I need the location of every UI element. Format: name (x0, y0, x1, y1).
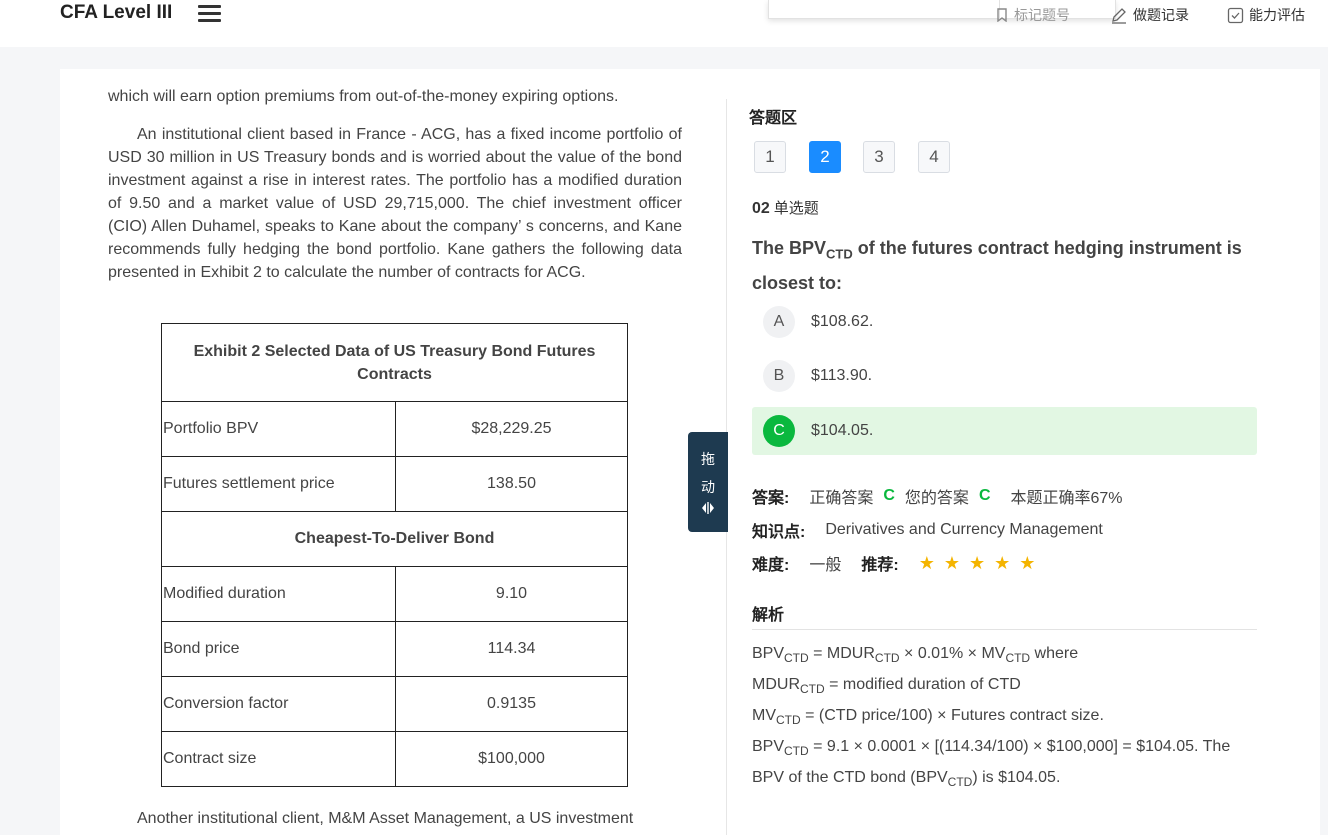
row-label: Portfolio BPV (161, 401, 396, 457)
passage-cut-line: which will earn option premiums from out… (108, 88, 619, 105)
row-value: $100,000 (395, 731, 628, 787)
difficulty-label: 难度: (752, 557, 790, 574)
knowledge-row: 知识点: Derivatives and Currency Management (752, 518, 1103, 542)
table-row: Futures settlement price 138.50 (161, 456, 628, 512)
your-answer-label: 您的答案 (904, 490, 969, 507)
option-b[interactable]: B $113.90. (752, 352, 1257, 400)
drag-label-2: 动 (701, 479, 715, 495)
table-row: Conversion factor 0.9135 (161, 676, 628, 732)
row-label: Contract size (161, 731, 396, 787)
table-row: Bond price 114.34 (161, 621, 628, 677)
recommend-label: 推荐: (861, 557, 899, 574)
drag-handle[interactable]: 拖 动 (688, 432, 728, 532)
row-value: 138.50 (395, 456, 628, 512)
exhibit-title: Exhibit 2 Selected Data of US Treasury B… (161, 323, 628, 402)
star-icon: ★ (994, 552, 1011, 573)
star-icon: ★ (943, 552, 960, 573)
correct-answer-label: 正确答案 (809, 490, 874, 507)
row-label: Futures settlement price (161, 456, 396, 512)
row-label: Modified duration (161, 566, 396, 622)
analysis-text: BPVCTD = MDURCTD × 0.01% × MVCTD where MD… (752, 645, 1231, 789)
nav-mark-question[interactable]: 标记题号 (995, 5, 1070, 25)
nav-ability-assessment[interactable]: 能力评估 (1227, 5, 1305, 25)
exhibit-subheader: Cheapest-To-Deliver Bond (161, 511, 628, 567)
option-text: $108.62. (811, 313, 874, 330)
option-letter: B (763, 360, 795, 392)
recommend-stars: ★ ★ ★ ★ ★ (919, 553, 1045, 574)
answer-panel: 答题区 1 2 3 4 02 单选题 The BPVCTD of the futu… (749, 69, 1270, 835)
table-row: Modified duration 9.10 (161, 566, 628, 622)
nav-ability-assessment-label: 能力评估 (1249, 7, 1305, 23)
table-row: Contract size $100,000 (161, 731, 628, 787)
nav-mark-question-label: 标记题号 (1014, 7, 1070, 23)
question-number-button[interactable]: 4 (918, 141, 950, 173)
option-text: $104.05. (811, 422, 874, 439)
row-label: Bond price (161, 621, 396, 677)
hamburger-menu-icon[interactable] (198, 5, 221, 23)
table-row: Portfolio BPV $28,229.25 (161, 401, 628, 457)
question-text: The BPVCTD of the futures contract hedgi… (752, 238, 1242, 293)
star-icon: ★ (918, 552, 935, 573)
option-letter: A (763, 306, 795, 338)
difficulty-row: 难度: 一般 推荐: ★ ★ ★ ★ ★ (752, 551, 1044, 575)
edit-icon (1112, 8, 1126, 24)
option-a[interactable]: A $108.62. (752, 298, 1257, 346)
passage-paragraph-next: Another institutional client, M&M Asset … (137, 810, 634, 827)
knowledge-label: 知识点: (752, 524, 806, 541)
question-type: 02 单选题 (752, 197, 819, 218)
check-square-icon (1227, 7, 1244, 23)
row-label: Conversion factor (161, 676, 396, 732)
analysis-title: 解析 (752, 607, 785, 624)
question-number-button[interactable]: 3 (863, 141, 895, 173)
answer-label: 答案: (752, 490, 790, 507)
answer-row: 答案: 正确答案 C 您的答案 C 本题正确率67% (752, 484, 1123, 508)
knowledge-value: Derivatives and Currency Management (825, 521, 1103, 538)
row-value: 9.10 (395, 566, 628, 622)
question-number: 02 (752, 200, 770, 217)
nav-practice-record[interactable]: 做题记录 (1110, 5, 1189, 25)
drag-arrows-icon (702, 502, 714, 514)
nav-practice-record-label: 做题记录 (1133, 7, 1189, 23)
bookmark-icon (997, 8, 1007, 22)
correct-answer-value: C (883, 487, 895, 504)
row-value: $28,229.25 (395, 401, 628, 457)
option-text: $113.90. (811, 367, 873, 384)
star-icon: ★ (1019, 552, 1036, 573)
accuracy-text: 本题正确率67% (1010, 490, 1123, 507)
analysis-divider (752, 629, 1257, 630)
difficulty-value: 一般 (809, 557, 842, 574)
drag-label-1: 拖 (701, 451, 715, 467)
top-bar: CFA Level III 标记题号 做题记录 能力评估 (0, 0, 1328, 47)
row-value: 0.9135 (395, 676, 628, 732)
option-c-correct[interactable]: C $104.05. (752, 407, 1257, 455)
passage-panel[interactable]: which will earn option premiums from out… (60, 69, 727, 835)
question-number-button-active[interactable]: 2 (809, 141, 841, 173)
your-answer-value: C (978, 487, 991, 504)
passage-paragraph: An institutional client based in France … (108, 126, 682, 281)
question-number-button[interactable]: 1 (754, 141, 786, 173)
option-letter: C (763, 415, 795, 447)
question-type-label: 单选题 (773, 200, 819, 217)
answer-area-title: 答题区 (749, 110, 798, 127)
app-title: CFA Level III (60, 2, 173, 23)
star-icon: ★ (968, 552, 986, 573)
row-value: 114.34 (395, 621, 628, 677)
exhibit-table: Exhibit 2 Selected Data of US Treasury B… (161, 323, 628, 787)
